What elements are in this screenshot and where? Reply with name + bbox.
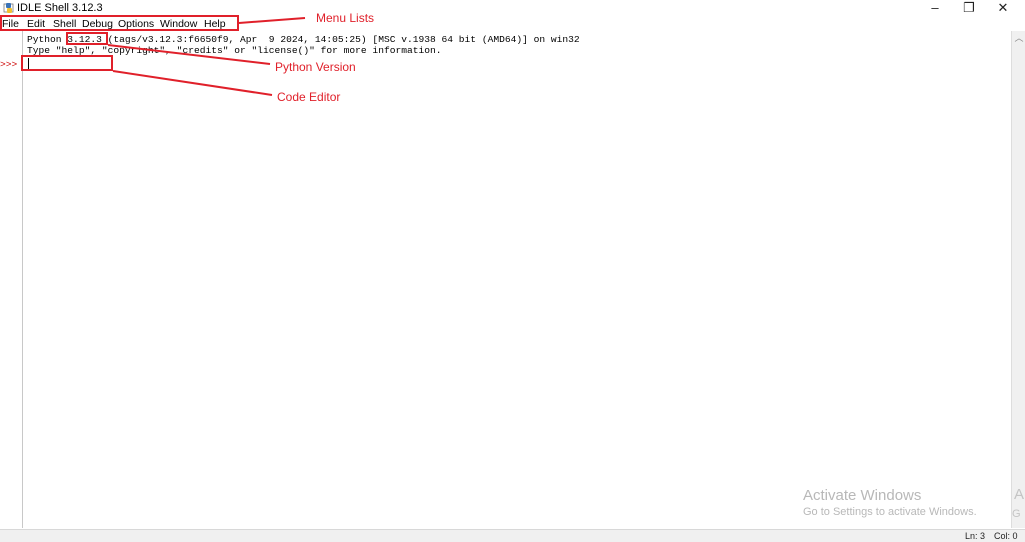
code-editor-highlight-box	[21, 55, 113, 71]
watermark-edge-top: A	[1014, 486, 1025, 503]
python-idle-icon	[3, 3, 14, 13]
activate-windows-subtitle: Go to Settings to activate Windows.	[803, 506, 977, 518]
python-version-label: Python Version	[275, 60, 356, 74]
vertical-scrollbar[interactable]: ︿	[1011, 31, 1025, 528]
prompt-gutter: >>>	[0, 31, 23, 528]
minimize-button[interactable]: –	[918, 0, 952, 17]
shell-editor[interactable]: Python 3.12.3 (tags/v3.12.3:f6650f9, Apr…	[23, 31, 1010, 528]
status-bar: Ln: 3 Col: 0	[0, 529, 1025, 542]
code-editor-label: Code Editor	[277, 90, 341, 104]
maximize-button[interactable]: ❐	[952, 0, 986, 17]
menu-lists-highlight-box	[0, 15, 239, 31]
window-title: IDLE Shell 3.12.3	[17, 2, 103, 14]
menu-lists-label: Menu Lists	[316, 11, 375, 25]
python-banner-line: Python 3.12.3 (tags/v3.12.3:f6650f9, Apr…	[27, 34, 580, 45]
status-line: Ln: 3	[965, 531, 986, 541]
status-column: Col: 0	[994, 531, 1018, 541]
shell-prompt: >>>	[0, 59, 18, 70]
scroll-up-arrow-icon[interactable]: ︿	[1012, 32, 1025, 44]
close-button[interactable]: ✕	[986, 0, 1020, 17]
activate-windows-title: Activate Windows	[803, 487, 922, 504]
watermark-edge-bottom: G	[1012, 508, 1021, 520]
python-version-highlight-box	[66, 32, 108, 45]
